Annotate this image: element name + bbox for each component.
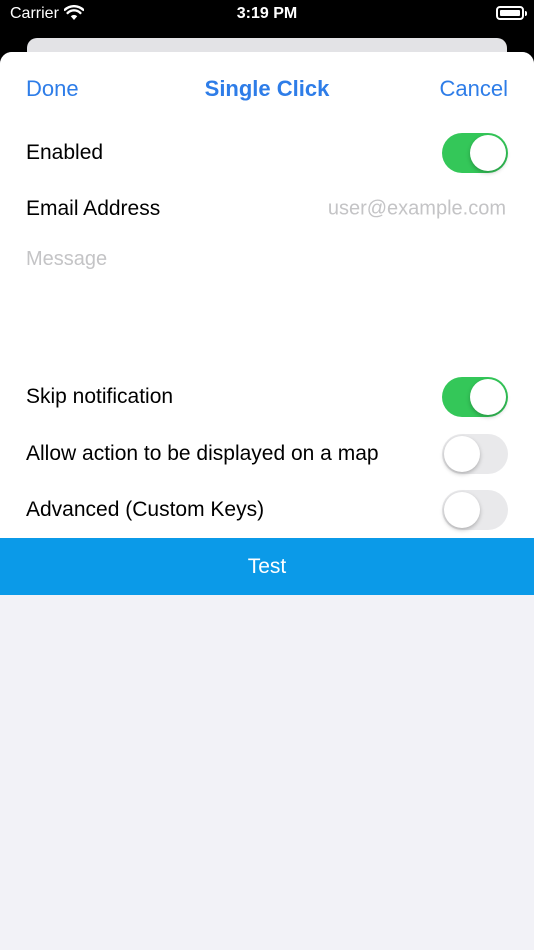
enabled-row: Enabled bbox=[0, 125, 534, 181]
settings-form: Done Single Click Cancel Enabled Email A… bbox=[0, 52, 534, 538]
status-bar: Carrier 3:19 PM bbox=[0, 0, 534, 30]
enabled-label: Enabled bbox=[26, 141, 104, 164]
skip-notification-label: Skip notification bbox=[26, 385, 174, 408]
skip-notification-row: Skip notification bbox=[0, 369, 534, 425]
advanced-toggle[interactable] bbox=[442, 490, 508, 530]
allow-map-label: Allow action to be displayed on a map bbox=[26, 442, 379, 465]
advanced-label: Advanced (Custom Keys) bbox=[26, 498, 265, 521]
toggle-knob bbox=[444, 436, 480, 472]
allow-map-toggle[interactable] bbox=[442, 434, 508, 474]
status-time: 3:19 PM bbox=[236, 5, 298, 22]
cancel-button[interactable]: Cancel bbox=[440, 76, 508, 102]
advanced-row: Advanced (Custom Keys) bbox=[0, 482, 534, 538]
toggle-knob bbox=[470, 135, 506, 171]
allow-map-row: Allow action to be displayed on a map bbox=[0, 426, 534, 482]
toggle-knob bbox=[470, 379, 506, 415]
email-label: Email Address bbox=[26, 197, 161, 220]
test-button[interactable]: Test bbox=[0, 538, 534, 595]
toggle-knob bbox=[444, 492, 480, 528]
nav-bar: Done Single Click Cancel bbox=[0, 72, 534, 106]
modal-sheet: Done Single Click Cancel Enabled Email A… bbox=[0, 52, 534, 950]
battery-icon bbox=[496, 6, 527, 20]
email-row: Email Address bbox=[0, 181, 534, 237]
skip-notification-toggle[interactable] bbox=[442, 377, 508, 417]
email-field[interactable] bbox=[244, 196, 508, 222]
enabled-toggle[interactable] bbox=[442, 133, 508, 173]
message-field[interactable] bbox=[26, 248, 506, 348]
